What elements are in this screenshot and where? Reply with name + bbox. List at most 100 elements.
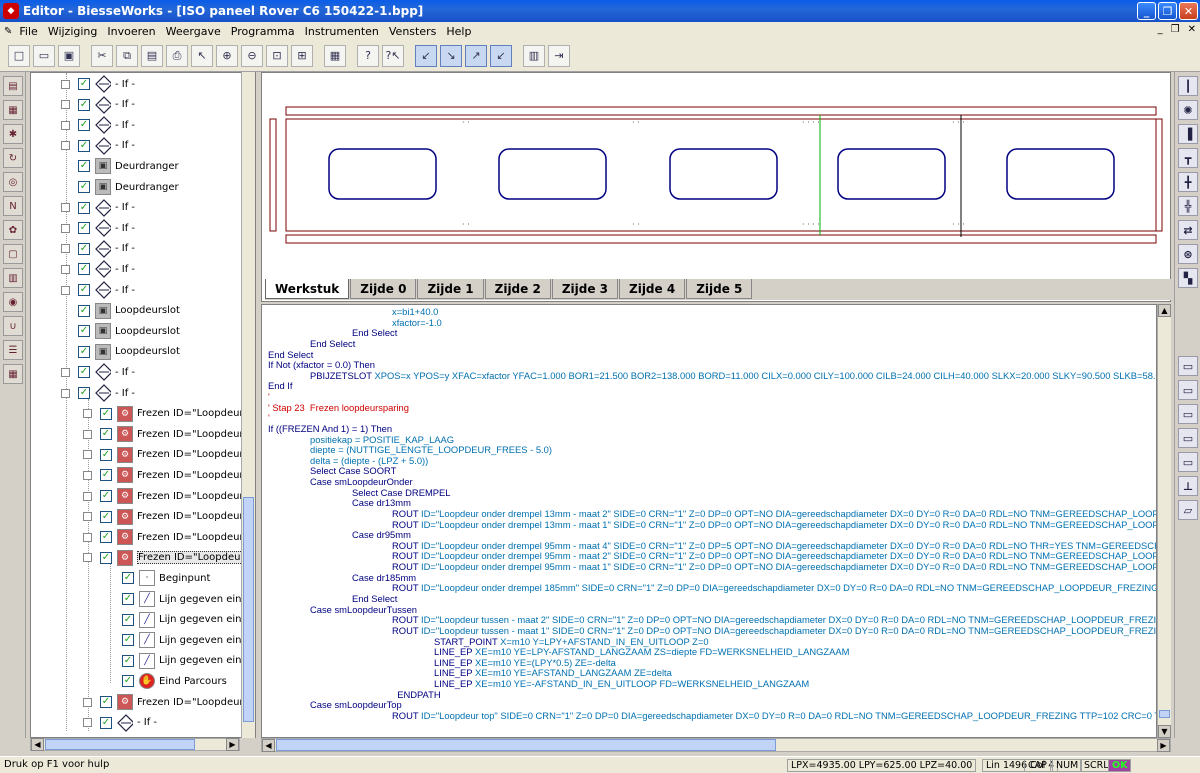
saw-icon[interactable]: ⊛ [1178,244,1198,264]
expand-icon[interactable] [83,697,92,707]
cut-icon[interactable]: ✂ [91,44,113,67]
help-icon[interactable]: ? [357,44,379,67]
tab-zijde-3[interactable]: Zijde 3 [551,279,618,299]
enable-checkbox[interactable]: ✓ [78,284,90,296]
enable-checkbox[interactable]: ✓ [78,366,90,379]
paste-icon[interactable]: ▤ [141,44,163,67]
zoom-in-icon[interactable]: ⊕ [216,44,238,67]
tree-item[interactable]: ✓ ▣ Loopdeurslot [61,301,180,321]
tool-1-icon[interactable]: ↙ [415,44,437,67]
tree-item[interactable]: ✓ ✋ Eind Parcours [105,671,227,691]
expand-icon[interactable] [61,367,70,377]
tree-item[interactable]: ✓ - If - [83,713,157,733]
cross-drill-icon[interactable]: ╋ [1178,172,1198,192]
code-editor[interactable]: x=bi1+40.0 xfactor=-1.0 End Select End Sele… [261,304,1157,738]
gear-icon[interactable]: ✿ [3,220,23,240]
enable-checkbox[interactable]: ✓ [78,119,90,132]
edge-5-icon[interactable]: ▭ [1178,452,1198,472]
tree-item[interactable]: ✓ ╱ Lijn gegeven einc [105,651,247,671]
tree-item[interactable]: ✓ - If - [61,239,135,259]
enable-checkbox[interactable]: ✓ [100,716,112,729]
expand-icon[interactable] [83,512,92,522]
mdi-restore-icon[interactable]: ❐ [1171,24,1180,35]
enable-checkbox[interactable]: ✓ [122,593,134,605]
enable-checkbox[interactable]: ✓ [122,634,134,647]
expand-icon[interactable] [61,285,70,295]
enable-checkbox[interactable]: ✓ [78,78,90,90]
edge-4-icon[interactable]: ▭ [1178,428,1198,448]
enable-checkbox[interactable]: ✓ [100,428,112,441]
pointer-icon[interactable]: ↖ [191,44,213,67]
expand-icon[interactable] [83,450,92,460]
tree-item[interactable]: ✓ - If - [61,136,135,156]
expand-icon[interactable] [61,203,70,213]
save-icon[interactable]: ▣ [58,44,80,67]
tree-item[interactable]: ✓ ⚙ Frezen ID="Loopdeur o [83,507,253,527]
tree-item[interactable]: ✓ - If - [61,383,135,403]
nc-icon[interactable]: N [3,196,23,216]
enable-checkbox[interactable]: ✓ [78,98,90,111]
tree-horizontal-scrollbar[interactable]: ◀ ▶ [30,738,240,751]
enable-checkbox[interactable]: ✓ [100,696,112,708]
tree-item[interactable]: ✓ ╱ Lijn gegeven einc [105,610,247,630]
menu-weergave[interactable]: Weergave [161,25,226,38]
workpiece-icon[interactable]: ▤ [3,76,23,96]
enable-checkbox[interactable]: ✓ [78,181,90,193]
zoom-out-icon[interactable]: ⊖ [241,44,263,67]
doc-icon[interactable]: ✎ [4,26,12,37]
bug-icon[interactable]: ✱ [3,124,23,144]
tree-item[interactable]: ✓ ╱ Lijn gegeven einc [105,630,247,650]
tool-3-icon[interactable]: ↗ [465,44,487,67]
enable-checkbox[interactable]: ✓ [78,325,90,338]
tree-item[interactable]: ✓ ▣ Deurdranger [61,177,179,197]
enable-checkbox[interactable]: ✓ [122,613,134,626]
tree-item[interactable]: ✓ - If - [61,280,135,300]
tree-item[interactable]: ✓ ⚙ Frezen ID="Loopdeur o [83,404,253,424]
enable-checkbox[interactable]: ✓ [100,490,112,502]
expand-icon[interactable] [61,244,70,254]
expand-icon[interactable] [61,141,70,151]
expand-icon[interactable] [83,429,92,439]
tab-zijde-5[interactable]: Zijde 5 [686,279,753,299]
expand-icon[interactable] [61,223,70,233]
frame-icon[interactable]: ▢ [3,244,23,264]
menu-instrumenten[interactable]: Instrumenten [300,25,384,38]
expand-icon[interactable] [61,100,70,110]
menu-help[interactable]: Help [441,25,476,38]
enable-checkbox[interactable]: ✓ [78,201,90,214]
menu-programma[interactable]: Programma [226,25,300,38]
code-horizontal-scrollbar[interactable]: ◀ ▶ [261,738,1171,752]
zoom-all-icon[interactable]: ⊞ [291,44,313,67]
tree-item[interactable]: ✓ - If - [61,74,135,94]
enable-checkbox[interactable]: ✓ [100,551,112,564]
enable-checkbox[interactable]: ✓ [100,469,112,482]
edge-2-icon[interactable]: ▭ [1178,380,1198,400]
pattern-icon[interactable]: ▚ [1178,268,1198,288]
color-palette-icon[interactable]: ▦ [324,44,346,67]
t-drill-icon[interactable]: ┳ [1178,148,1198,168]
enable-checkbox[interactable]: ✓ [78,304,90,317]
expand-icon[interactable] [61,120,70,130]
tree-item[interactable]: ✓ - If - [61,362,135,382]
grid-icon[interactable]: ▦ [3,364,23,384]
tree-item[interactable]: ✓ ▣ Loopdeurslot [61,342,180,362]
target-icon[interactable]: ◉ [3,292,23,312]
tree-item[interactable]: ✓ · Beginpunt [105,568,210,588]
tree-item[interactable]: ✓ - If - [61,218,135,238]
enable-checkbox[interactable]: ✓ [100,448,112,461]
edge-3-icon[interactable]: ▭ [1178,404,1198,424]
mdi-close-icon[interactable]: ✕ [1188,24,1196,35]
tree-item[interactable]: ✓ ⚙ Frezen ID="Loopdeur t [83,527,251,547]
tree-item[interactable]: ✓ - If - [61,259,135,279]
collapse-icon[interactable] [61,388,70,398]
measure-icon[interactable]: ◎ [3,172,23,192]
comb-icon[interactable]: ⊥ [1178,476,1198,496]
tree-item[interactable]: ✓ - If - [61,115,135,135]
tree-item[interactable]: ✓ ⚙ Frezen ID="Loopdeur o [83,424,253,444]
enable-checkbox[interactable]: ✓ [78,263,90,276]
horizontal-drill-icon[interactable]: ⇄ [1178,220,1198,240]
menu-file[interactable]: File [14,25,42,38]
tool-4-icon[interactable]: ↙ [490,44,512,67]
expand-icon[interactable] [83,470,92,480]
tab-werkstuk[interactable]: Werkstuk [265,279,350,299]
